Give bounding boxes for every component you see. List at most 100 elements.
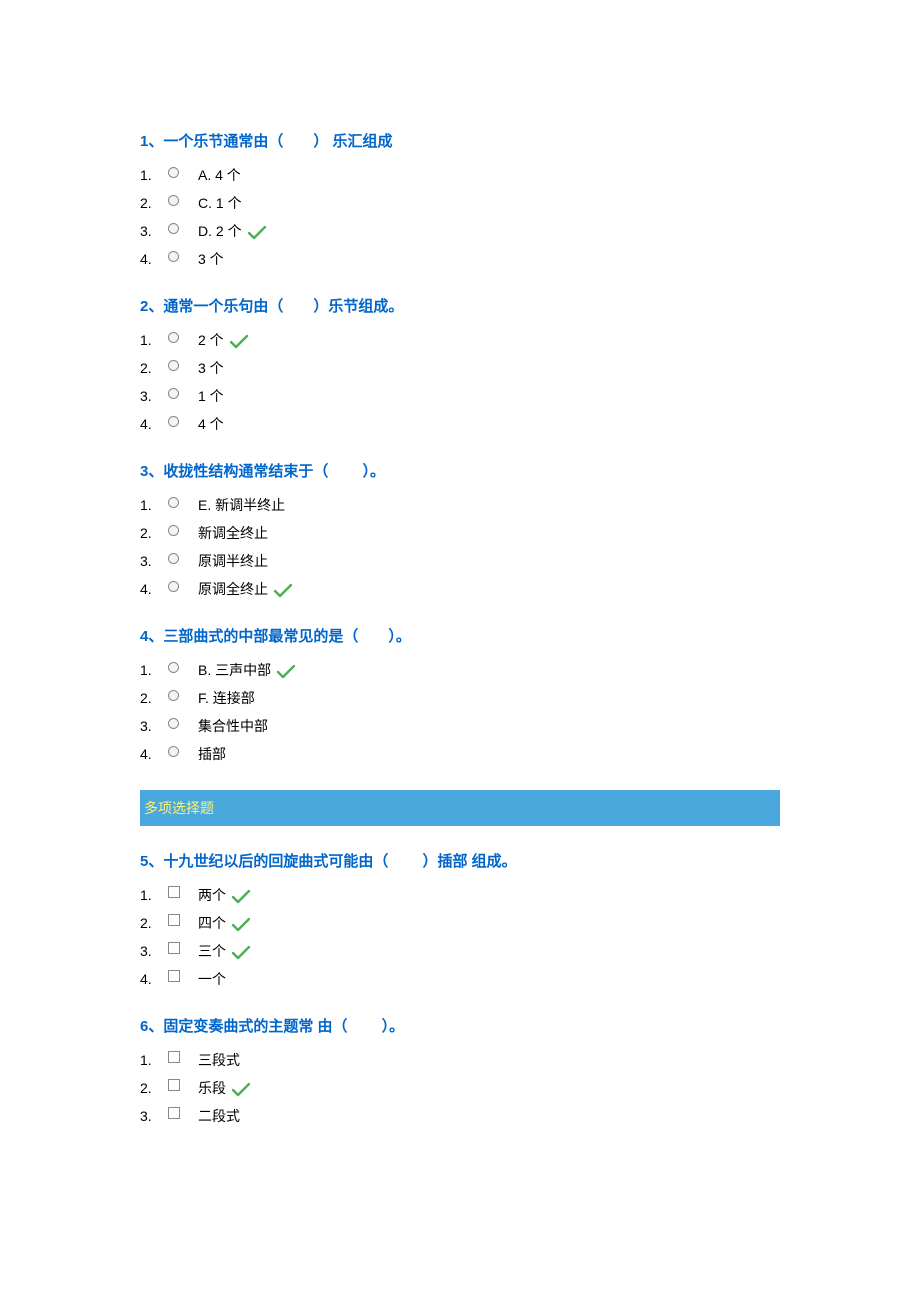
option-row: 4.原调全终止 (140, 575, 780, 603)
question-title: 6、固定变奏曲式的主题常 由（ ）。 (140, 1015, 780, 1036)
option-number: 2. (140, 195, 168, 211)
checkbox-input[interactable] (168, 886, 180, 898)
option-row: 3. 原调半终止 (140, 547, 780, 575)
option-number: 1. (140, 662, 168, 678)
option-row: 3.集合性中部 (140, 712, 780, 740)
option-number: 4. (140, 581, 168, 597)
radio-input[interactable] (168, 223, 179, 234)
option-number: 2. (140, 915, 168, 931)
option-text: 两个 (198, 885, 226, 905)
option-number: 3. (140, 388, 168, 404)
option-row: 1.三段式 (140, 1046, 780, 1074)
option-row: 3. 1 个 (140, 382, 780, 410)
radio-input[interactable] (168, 746, 179, 757)
checkbox-input[interactable] (168, 1079, 180, 1091)
option-number: 3. (140, 1108, 168, 1124)
option-number: 3. (140, 223, 168, 239)
checkmark-icon (232, 890, 250, 904)
option-row: 1.E. 新调半终止 (140, 491, 780, 519)
checkmark-icon (230, 335, 248, 349)
radio-input[interactable] (168, 497, 179, 508)
checkbox-input[interactable] (168, 970, 180, 982)
radio-input[interactable] (168, 195, 179, 206)
option-row: 1. A. 4 个 (140, 161, 780, 189)
section-header: 多项选择题 (140, 790, 780, 826)
quiz-container: 1、一个乐节通常由（ ） 乐汇组成 1. A. 4 个 2. C. 1 个 3. D. 2 … (140, 130, 780, 1130)
option-text: A. 4 个 (198, 165, 241, 185)
option-text: 2 个 (198, 330, 224, 350)
checkmark-icon (277, 665, 295, 679)
option-number: 1. (140, 1052, 168, 1068)
question-text: 、三部曲式的中部最常见的是（ ）。 (148, 628, 411, 645)
option-text: 三个 (198, 941, 226, 961)
question-block: 5、十九世纪以后的回旋曲式可能由（ ）插部 组成。1.两个2.四个3.三个4.一… (140, 850, 780, 993)
radio-input[interactable] (168, 332, 179, 343)
question-block: 3、收拢性结构通常结束于（ ）。1.E. 新调半终止2.新调全终止3.原调半终止… (140, 460, 780, 603)
option-text: 插部 (198, 744, 226, 764)
option-row: 2. 3 个 (140, 354, 780, 382)
question-block: 1、一个乐节通常由（ ） 乐汇组成 1. A. 4 个 2. C. 1 个 3. D. 2 … (140, 130, 780, 273)
option-text: 3 个 (198, 249, 224, 269)
option-number: 1. (140, 167, 168, 183)
option-text: E. 新调半终止 (198, 495, 285, 515)
option-row: 3. D. 2 个 (140, 217, 780, 245)
radio-input[interactable] (168, 553, 179, 564)
radio-input[interactable] (168, 525, 179, 536)
option-text: 原调半终止 (198, 551, 268, 571)
radio-input[interactable] (168, 388, 179, 399)
radio-input[interactable] (168, 360, 179, 371)
option-row: 2.四个 (140, 909, 780, 937)
option-number: 3. (140, 943, 168, 959)
option-number: 1. (140, 887, 168, 903)
option-text: 乐段 (198, 1078, 226, 1098)
option-text: 1 个 (198, 386, 224, 406)
option-row: 1. 2 个 (140, 326, 780, 354)
option-row: 4.4 个 (140, 410, 780, 438)
option-text: B. 三声中部 (198, 660, 271, 680)
option-text: 新调全终止 (198, 523, 268, 543)
option-row: 4. 一个 (140, 965, 780, 993)
checkbox-input[interactable] (168, 914, 180, 926)
option-text: C. 1 个 (198, 193, 242, 213)
question-text: 、一个乐节通常由（ ） 乐汇组成 (148, 133, 392, 150)
question-text: 、固定变奏曲式的主题常 由（ ）。 (148, 1018, 404, 1035)
radio-input[interactable] (168, 718, 179, 729)
option-row: 2. 新调全终止 (140, 519, 780, 547)
option-row: 1. B. 三声中部 (140, 656, 780, 684)
option-number: 3. (140, 553, 168, 569)
radio-input[interactable] (168, 416, 179, 427)
question-block: 6、固定变奏曲式的主题常 由（ ）。 1.三段式 2. 乐段 3. 二段式 (140, 1015, 780, 1130)
option-text: D. 2 个 (198, 221, 242, 241)
radio-input[interactable] (168, 251, 179, 262)
option-number: 4. (140, 251, 168, 267)
option-row: 1. 两个 (140, 881, 780, 909)
option-text: 3 个 (198, 358, 224, 378)
option-text: 一个 (198, 969, 226, 989)
checkbox-input[interactable] (168, 942, 180, 954)
option-row: 3. 三个 (140, 937, 780, 965)
option-text: 二段式 (198, 1106, 240, 1126)
question-text: 、通常一个乐句由（ ）乐节组成。 (148, 298, 403, 315)
option-number: 2. (140, 525, 168, 541)
checkmark-icon (232, 1083, 250, 1097)
question-title: 1、一个乐节通常由（ ） 乐汇组成 (140, 130, 780, 151)
option-number: 1. (140, 332, 168, 348)
radio-input[interactable] (168, 167, 179, 178)
option-number: 2. (140, 1080, 168, 1096)
checkbox-input[interactable] (168, 1051, 180, 1063)
option-number: 4. (140, 971, 168, 987)
option-row: 4.插部 (140, 740, 780, 768)
option-row: 3. 二段式 (140, 1102, 780, 1130)
checkmark-icon (274, 584, 292, 598)
radio-input[interactable] (168, 690, 179, 701)
option-text: 4 个 (198, 414, 224, 434)
checkbox-input[interactable] (168, 1107, 180, 1119)
radio-input[interactable] (168, 662, 179, 673)
option-number: 2. (140, 360, 168, 376)
option-row: 2. 乐段 (140, 1074, 780, 1102)
radio-input[interactable] (168, 581, 179, 592)
option-number: 2. (140, 690, 168, 706)
option-text: F. 连接部 (198, 688, 255, 708)
option-row: 2. F. 连接部 (140, 684, 780, 712)
option-number: 3. (140, 718, 168, 734)
